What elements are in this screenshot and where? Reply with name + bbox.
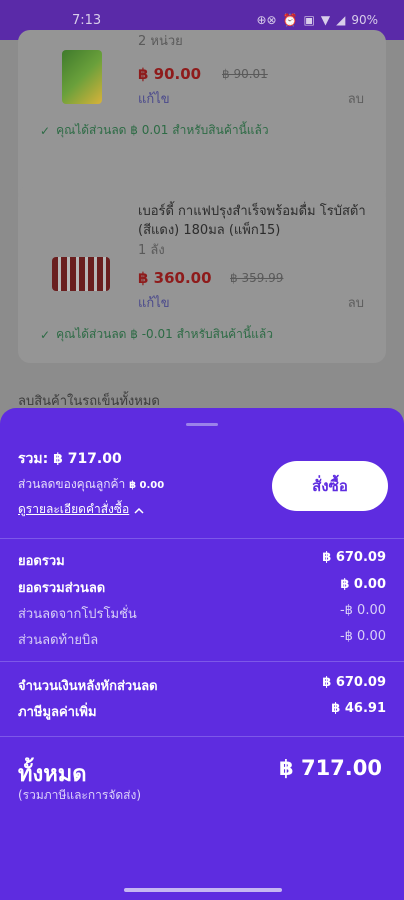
item-old-price: ฿ 359.99 (230, 271, 284, 285)
sim-icon: ▣ (303, 13, 315, 27)
order-details-link[interactable]: ดูรายละเอียดคำสั่งซื้อ (18, 500, 144, 519)
cart-item: เบอร์ดี้ กาแฟปรุงสำเร็จพร้อมดื่ม โรบัสต้… (18, 185, 386, 363)
edit-link[interactable]: แก้ไข (138, 292, 170, 313)
check-icon: ✓ (40, 123, 51, 138)
item-price: ฿ 360.00 (138, 269, 212, 287)
summary-row-subtotal: ยอดรวม ฿ 670.09 (18, 550, 386, 569)
delete-link[interactable]: ลบ (348, 292, 364, 313)
item-unit: 2 หน่วย (138, 34, 183, 49)
system-nav-handle[interactable] (124, 888, 282, 892)
battery-text: 90% (351, 13, 378, 27)
summary-row-total-discount: ยอดรวมส่วนลด ฿ 0.00 (18, 577, 386, 596)
product-image[interactable] (62, 50, 102, 104)
item-discount-note: ✓ คุณได้ส่วนลด ฿ -0.01 สำหรับสินค้านี้แล… (40, 327, 273, 342)
customer-discount: ส่วนลดของคุณลูกค้า ฿ 0.00 (18, 477, 165, 491)
total-label: รวม: ฿ 717.00 (18, 451, 122, 467)
alarm-icon: ⏰ (282, 13, 298, 27)
item-unit: 1 ลัง (138, 243, 165, 258)
notification-icon: ⊕⊗ (256, 13, 277, 27)
divider (0, 661, 404, 662)
drag-handle[interactable] (186, 423, 218, 426)
cart-item: 2 หน่วย ฿ 90.00 ฿ 90.01 แก้ไข ลบ ✓ คุณได… (18, 30, 386, 205)
delete-link[interactable]: ลบ (348, 88, 364, 109)
item-name: เบอร์ดี้ กาแฟปรุงสำเร็จพร้อมดื่ม โรบัสต้… (138, 204, 366, 238)
chevron-up-icon (134, 503, 144, 517)
product-image[interactable] (52, 257, 110, 291)
item-price: ฿ 90.00 (138, 65, 202, 83)
check-icon: ✓ (40, 327, 51, 342)
order-summary-sheet: รวม: ฿ 717.00 ส่วนลดของคุณลูกค้า ฿ 0.00 … (0, 408, 404, 900)
cart-list: 2 หน่วย ฿ 90.00 ฿ 90.01 แก้ไข ลบ ✓ คุณได… (0, 30, 404, 420)
item-discount-note: ✓ คุณได้ส่วนลด ฿ 0.01 สำหรับสินค้านี้แล้… (40, 123, 269, 138)
grand-total-value: ฿ 717.00 (279, 756, 382, 780)
divider (0, 538, 404, 539)
wifi-icon: ▼ (320, 13, 331, 27)
status-time: 7:13 (72, 12, 102, 28)
status-icons: ⊕⊗ ⏰ ▣ ▼ ◢ 90% (256, 13, 378, 27)
divider (0, 736, 404, 737)
summary-row-after-discount: จำนวนเงินหลังหักส่วนลด ฿ 670.09 (18, 675, 386, 694)
summary-row-bill-discount: ส่วนลดท้ายบิล -฿ 0.00 (18, 629, 386, 648)
edit-link[interactable]: แก้ไข (138, 88, 170, 109)
summary-row-vat: ภาษีมูลค่าเพิ่ม ฿ 46.91 (18, 701, 386, 720)
grand-total-sublabel: (รวมภาษีและการจัดส่ง) (18, 788, 142, 802)
place-order-button[interactable]: สั่งซื้อ (272, 461, 388, 511)
signal-icon: ◢ (336, 13, 346, 27)
item-old-price: ฿ 90.01 (222, 67, 268, 81)
summary-row-promo-discount: ส่วนลดจากโปรโมชั่น -฿ 0.00 (18, 603, 386, 622)
customer-discount-value: ฿ 0.00 (129, 480, 165, 491)
